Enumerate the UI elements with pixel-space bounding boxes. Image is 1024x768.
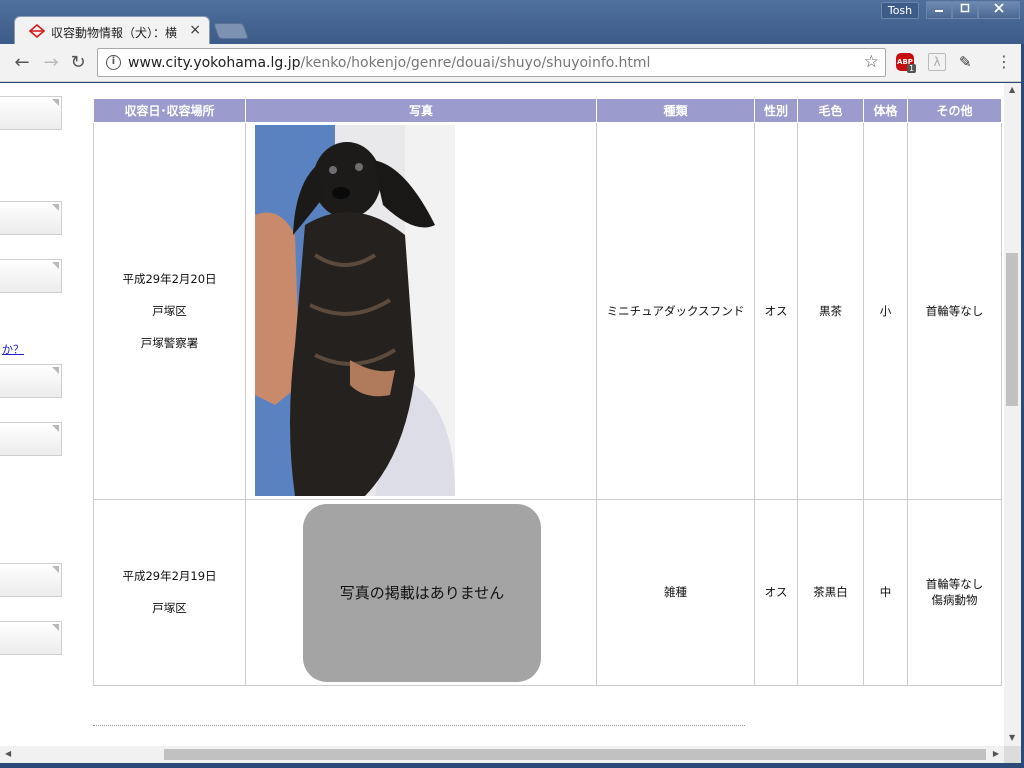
other-note-1: 首輪等なし <box>925 577 984 591</box>
sidebar-button-6[interactable] <box>0 563 62 597</box>
minimize-button[interactable] <box>926 1 952 19</box>
photo-cell: 写真の掲載はありません <box>245 498 597 686</box>
menu-dots-icon[interactable]: ⋮ <box>996 52 1012 71</box>
browser-tab[interactable]: 収容動物情報（犬）：横 × <box>14 16 210 44</box>
adblock-extension-icon[interactable]: ABP 1 <box>896 53 917 73</box>
close-icon <box>994 3 1004 13</box>
reload-icon[interactable]: ↻ <box>68 52 88 73</box>
tab-close-icon[interactable]: × <box>189 22 201 38</box>
dotted-divider <box>93 725 745 726</box>
header-date-place: 収容日･収容場所 <box>93 99 246 123</box>
animal-table: 収容日･収容場所 写真 種類 性別 毛色 体格 その他 平成29年2月20日 戸… <box>93 99 1002 686</box>
sidebar-button-5[interactable] <box>0 422 62 456</box>
header-sex: 性別 <box>754 99 798 123</box>
color-cell: 茶黒白 <box>797 498 864 686</box>
new-tab-button[interactable] <box>213 23 249 39</box>
header-other: その他 <box>907 99 1002 123</box>
scroll-left-icon[interactable]: ◀ <box>5 749 11 758</box>
intake-district: 戸塚区 <box>152 601 187 615</box>
profile-button[interactable]: Tosh <box>881 2 919 19</box>
yokohama-logo-icon <box>29 24 45 38</box>
intake-district: 戸塚区 <box>152 303 187 318</box>
color-cell: 黒茶 <box>797 121 864 500</box>
sidebar-button-4[interactable] <box>0 364 62 398</box>
scroll-right-icon[interactable]: ▶ <box>993 749 999 758</box>
header-photo: 写真 <box>245 99 597 123</box>
breed-cell: 雑種 <box>596 498 755 686</box>
window-titlebar: 収容動物情報（犬）：横 × Tosh <box>0 0 1024 44</box>
header-color: 毛色 <box>797 99 864 123</box>
header-size: 体格 <box>863 99 908 123</box>
scrollbar-corner <box>1004 746 1021 763</box>
size-cell: 中 <box>863 498 908 686</box>
table-row: 平成29年2月20日 戸塚区 戸塚警察署 ミニチュアダックスフンド オス 黒茶 … <box>93 121 1002 500</box>
dog-photo[interactable] <box>255 124 455 496</box>
sex-cell: オス <box>754 121 798 500</box>
date-place-cell: 平成29年2月19日 戸塚区 <box>93 498 246 686</box>
maximize-button[interactable] <box>952 1 978 19</box>
scroll-down-icon[interactable]: ▼ <box>1009 733 1015 742</box>
sidebar-button-2[interactable] <box>0 201 62 235</box>
tab-title: 収容動物情報（犬）：横 <box>51 26 178 40</box>
photo-cell <box>245 121 597 500</box>
size-cell: 小 <box>863 121 908 500</box>
sidebar-link[interactable]: か？ <box>2 341 24 357</box>
restore-icon <box>960 3 970 13</box>
window-frame-bottom <box>0 763 1024 768</box>
evernote-extension-icon[interactable]: ✎ <box>959 53 977 71</box>
info-icon[interactable]: i <box>106 55 121 70</box>
close-window-button[interactable] <box>978 1 1020 19</box>
pdf-extension-icon[interactable]: λ <box>928 53 946 71</box>
browser-toolbar: ← → ↻ i www.city.yokohama.lg.jp/kenko/ho… <box>0 44 1024 82</box>
breed-cell: ミニチュアダックスフンド <box>596 121 755 500</box>
intake-place: 戸塚警察署 <box>140 335 199 350</box>
date-place-cell: 平成29年2月20日 戸塚区 戸塚警察署 <box>93 121 246 500</box>
vertical-scroll-thumb[interactable] <box>1006 253 1018 406</box>
url-host: www.city.yokohama.lg.jp <box>128 55 301 71</box>
adblock-badge: 1 <box>907 64 917 73</box>
url-path: /kenko/hokenjo/genre/douai/shuyo/shuyoin… <box>300 55 651 71</box>
header-breed: 種類 <box>596 99 755 123</box>
minimize-icon <box>935 10 943 12</box>
sidebar-button-1[interactable] <box>0 96 62 130</box>
page-viewport: か？ 収容日･収容場所 写真 種類 性別 毛色 体格 その他 平成29年2月20… <box>0 83 1004 746</box>
horizontal-scrollbar[interactable]: ◀ ▶ <box>0 746 1004 763</box>
back-arrow-icon[interactable]: ← <box>12 52 32 73</box>
intake-date: 平成29年2月20日 <box>122 271 217 286</box>
vertical-scrollbar[interactable]: ▲ ▼ <box>1004 83 1021 746</box>
address-bar[interactable]: i www.city.yokohama.lg.jp/kenko/hokenjo/… <box>97 48 886 77</box>
bookmark-star-icon[interactable]: ☆ <box>864 52 879 72</box>
url-text[interactable]: www.city.yokohama.lg.jp/kenko/hokenjo/ge… <box>128 55 650 71</box>
intake-date: 平成29年2月19日 <box>122 569 217 583</box>
other-cell: 首輪等なし 傷病動物 <box>907 498 1002 686</box>
horizontal-scroll-thumb[interactable] <box>164 749 986 760</box>
sidebar-button-7[interactable] <box>0 621 62 655</box>
other-cell: 首輪等なし <box>907 121 1002 500</box>
sex-cell: オス <box>754 498 798 686</box>
forward-arrow-icon[interactable]: → <box>41 52 61 73</box>
scroll-up-icon[interactable]: ▲ <box>1009 85 1015 94</box>
no-photo-placeholder: 写真の掲載はありません <box>303 503 541 682</box>
sidebar-button-3[interactable] <box>0 259 62 293</box>
table-row: 平成29年2月19日 戸塚区 写真の掲載はありません 雑種 オス 茶黒白 中 首… <box>93 498 1002 686</box>
other-note-2: 傷病動物 <box>931 593 978 607</box>
table-header-row: 収容日･収容場所 写真 種類 性別 毛色 体格 その他 <box>93 99 1002 123</box>
